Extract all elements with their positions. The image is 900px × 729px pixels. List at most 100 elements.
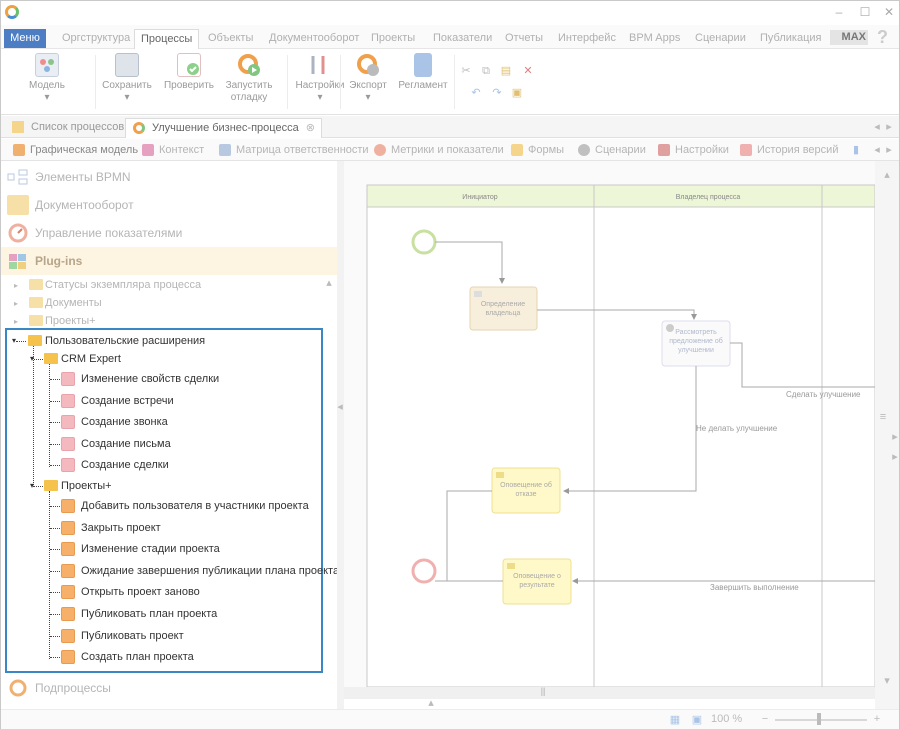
close-tab-icon[interactable]: ⊗: [306, 122, 315, 134]
project-item[interactable]: Открыть проект заново: [61, 582, 200, 602]
maximize-button[interactable]: ☐: [857, 5, 873, 19]
subtab-label: Графическая модель: [30, 144, 139, 156]
grid-icon[interactable]: ▦: [669, 714, 681, 726]
tab-interface[interactable]: Интерфейс: [552, 29, 622, 49]
section-docflow[interactable]: Документооборот: [1, 191, 337, 219]
model-button[interactable]: Модель ▾: [21, 53, 73, 113]
tab-orgstructure[interactable]: Оргструктура: [56, 29, 136, 49]
minimize-button[interactable]: –: [831, 5, 847, 19]
scroll-left-icon[interactable]: ◂: [871, 144, 883, 156]
app-logo-icon: [5, 5, 19, 19]
tree-node-documents[interactable]: Документы: [29, 293, 102, 313]
subtab-version-history[interactable]: История версий: [739, 142, 838, 158]
paste-special-icon[interactable]: ▣: [511, 87, 523, 99]
copy-icon[interactable]: ⧉: [480, 65, 492, 77]
project-item[interactable]: Добавить пользователя в участники проект…: [61, 496, 309, 516]
crm-item[interactable]: Создание встречи: [61, 391, 174, 411]
tree-node-instance-statuses[interactable]: Статусы экземпляра процесса: [29, 275, 201, 295]
project-item[interactable]: Создать план проекта: [61, 647, 194, 667]
lane-process-owner: Владелец процесса: [676, 194, 741, 201]
undo-icon[interactable]: ↶: [470, 87, 482, 99]
expand-panel-icon[interactable]: ▸: [889, 451, 900, 463]
crm-item[interactable]: Создание сделки: [61, 455, 169, 475]
doctab-process-list[interactable]: Список процессов: [5, 118, 130, 138]
zoom-out-button[interactable]: −: [759, 713, 771, 725]
tree-node-crm-expert[interactable]: CRM Expert: [44, 349, 121, 369]
collapse-icon[interactable]: ▾: [30, 355, 38, 363]
tab-publication[interactable]: Публикация: [754, 29, 827, 49]
subtab-settings[interactable]: Настройки: [657, 142, 729, 158]
scroll-right-icon[interactable]: ▸: [883, 144, 895, 156]
tab-scenarios[interactable]: Сценарии: [689, 29, 752, 49]
subtab-scenarios[interactable]: Сценарии: [577, 142, 646, 158]
zoom-in-button[interactable]: +: [871, 713, 883, 725]
tab-projects[interactable]: Проекты: [365, 29, 421, 49]
collapse-icon[interactable]: ▾: [30, 482, 38, 490]
fit-icon[interactable]: ▣: [691, 714, 703, 726]
paste-icon[interactable]: ▤: [500, 65, 512, 77]
project-item[interactable]: Ожидание завершения публикации плана про…: [61, 561, 339, 581]
cut-icon[interactable]: ✂: [460, 65, 472, 77]
delete-icon[interactable]: ✕: [522, 65, 534, 77]
scroll-left-icon[interactable]: ◂: [871, 121, 883, 133]
subtab-responsibility-matrix[interactable]: Матрица ответственности: [218, 142, 369, 158]
scroll-up-icon[interactable]: ▴: [881, 169, 893, 181]
subtab-context[interactable]: Контекст: [141, 142, 204, 158]
expand-icon[interactable]: ▸: [14, 318, 22, 326]
export-button[interactable]: Экспорт ▾: [343, 53, 393, 113]
crm-item[interactable]: Изменение свойств сделки: [61, 369, 219, 389]
tree-node-projects-plus[interactable]: Проекты+: [44, 476, 112, 496]
project-item[interactable]: Публиковать проект: [61, 626, 184, 646]
page-icon[interactable]: ▮: [850, 144, 862, 156]
section-kpi[interactable]: Управление показателями: [1, 219, 337, 247]
scroll-down-icon[interactable]: ▾: [881, 675, 893, 687]
tree-node-label: Статусы экземпляра процесса: [45, 279, 202, 291]
crm-item[interactable]: Создание письма: [61, 434, 171, 454]
zoom-slider[interactable]: [775, 719, 867, 721]
debug-button[interactable]: Запустить отладку: [221, 53, 277, 113]
subtab-forms[interactable]: Формы: [510, 142, 564, 158]
tab-objects[interactable]: Объекты: [202, 29, 259, 49]
scroll-thumb-icon[interactable]: ⦀: [537, 687, 549, 699]
expand-icon[interactable]: ▸: [14, 300, 22, 308]
check-button[interactable]: Проверить: [161, 53, 217, 113]
horizontal-scrollbar[interactable]: ⦀: [344, 687, 875, 699]
tree-scrollbar[interactable]: ▴: [323, 277, 335, 673]
scroll-up-icon[interactable]: ▴: [323, 277, 335, 289]
diagram-canvas[interactable]: Инициатор Владелец процесса Определение …: [344, 161, 876, 688]
panel-splitter[interactable]: ◂: [337, 161, 344, 709]
tab-indicators[interactable]: Показатели: [427, 29, 498, 49]
start-event[interactable]: [411, 229, 437, 255]
save-button[interactable]: Сохранить ▾: [99, 53, 155, 113]
expand-panel-icon[interactable]: ▸: [889, 431, 900, 443]
project-item[interactable]: Закрыть проект: [61, 518, 161, 538]
doctab-process-improvement[interactable]: Улучшение бизнес-процесса ⊗: [125, 118, 322, 138]
collapse-icon[interactable]: ▾: [12, 337, 20, 345]
subtab-metrics[interactable]: Метрики и показатели: [373, 142, 504, 158]
tree-node-custom-extensions[interactable]: Пользовательские расширения: [28, 331, 205, 351]
reglament-button[interactable]: Регламент: [397, 53, 449, 113]
close-button[interactable]: ✕: [881, 5, 897, 19]
crm-item[interactable]: Создание звонка: [61, 412, 168, 432]
end-event[interactable]: [411, 558, 437, 584]
help-icon[interactable]: ?: [877, 27, 888, 48]
project-item[interactable]: Публиковать план проекта: [61, 604, 217, 624]
main-menu-button[interactable]: Меню: [4, 29, 46, 48]
right-panel-strip[interactable]: ▴ ≡ ▸ ▸ ▾: [875, 161, 899, 709]
section-subprocesses[interactable]: Подпроцессы: [1, 674, 337, 702]
project-item[interactable]: Изменение стадии проекта: [61, 539, 220, 559]
action-block-icon: [61, 542, 75, 557]
expand-icon[interactable]: ▸: [14, 282, 22, 290]
scroll-right-icon[interactable]: ▸: [883, 121, 895, 133]
section-bpmn[interactable]: Элементы BPMN: [1, 163, 337, 191]
tab-bpm-apps[interactable]: BPM Apps: [623, 29, 686, 49]
collapse-bottom-icon[interactable]: ▴: [425, 697, 437, 709]
redo-icon[interactable]: ↷: [491, 87, 503, 99]
tab-docflow[interactable]: Документооборот: [263, 29, 365, 49]
tab-processes[interactable]: Процессы: [134, 29, 200, 49]
tab-reports[interactable]: Отчеты: [499, 29, 549, 49]
subtab-graphic-model[interactable]: Графическая модель: [12, 142, 138, 158]
zoom-slider-thumb[interactable]: [817, 713, 821, 725]
menu-lines-icon[interactable]: ≡: [877, 411, 889, 423]
section-plugins[interactable]: Plug-ins: [1, 247, 337, 275]
